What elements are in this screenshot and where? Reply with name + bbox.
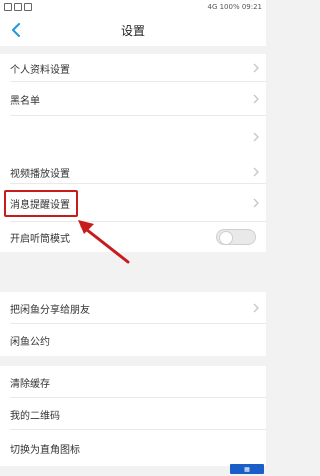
settings-icon (4, 3, 12, 11)
settings-item-square-icon[interactable]: 切换为直角图标 (0, 430, 266, 466)
settings-item-empty[interactable] (0, 116, 266, 160)
watermark-logo: ▦ (230, 464, 264, 474)
back-arrow-icon (12, 23, 20, 37)
status-left-icons (4, 3, 32, 11)
page-title: 设置 (120, 23, 145, 38)
top-navbar: 设置 (0, 14, 266, 46)
earpiece-mode-toggle[interactable] (216, 229, 256, 245)
settings-item-label: 清除缓存 (10, 378, 50, 390)
chevron-right-icon (252, 303, 260, 313)
video-icon (24, 3, 32, 11)
highlight-box (4, 190, 78, 217)
settings-item-label: 切换为直角图标 (10, 444, 80, 456)
pointer-arrow-icon (78, 220, 130, 264)
chevron-right-icon (252, 132, 260, 142)
settings-item-share-to-friends[interactable]: 把闲鱼分享给朋友 (0, 292, 266, 324)
chevron-right-icon (252, 198, 260, 208)
settings-item-clear-cache[interactable]: 清除缓存 (0, 366, 266, 398)
settings-item-label: 闲鱼公约 (10, 336, 50, 348)
back-button[interactable] (8, 22, 24, 38)
status-bar: 4G 100% 09:21 (0, 0, 266, 14)
status-right-text: 4G 100% 09:21 (207, 3, 262, 11)
image-icon (14, 3, 22, 11)
chevron-right-icon (252, 167, 260, 177)
settings-item-profile[interactable]: 个人资料设置 (0, 54, 266, 82)
settings-item-label: 开启听筒模式 (10, 233, 70, 245)
settings-item-blacklist[interactable]: 黑名单 (0, 82, 266, 116)
settings-item-video-playback[interactable]: 视频播放设置 (0, 160, 266, 184)
settings-item-label: 我的二维码 (10, 410, 60, 422)
toggle-knob (219, 231, 233, 245)
status-right: 4G 100% 09:21 (207, 3, 262, 11)
chevron-right-icon (252, 63, 260, 73)
settings-item-convention[interactable]: 闲鱼公约 (0, 324, 266, 356)
settings-item-label: 个人资料设置 (10, 64, 70, 76)
settings-item-my-qrcode[interactable]: 我的二维码 (0, 398, 266, 430)
settings-item-label: 黑名单 (10, 95, 40, 107)
settings-item-label: 把闲鱼分享给朋友 (10, 304, 90, 316)
settings-item-earpiece-mode: 开启听筒模式 (0, 222, 266, 252)
settings-item-label: 视频播放设置 (10, 168, 70, 180)
chevron-right-icon (252, 94, 260, 104)
